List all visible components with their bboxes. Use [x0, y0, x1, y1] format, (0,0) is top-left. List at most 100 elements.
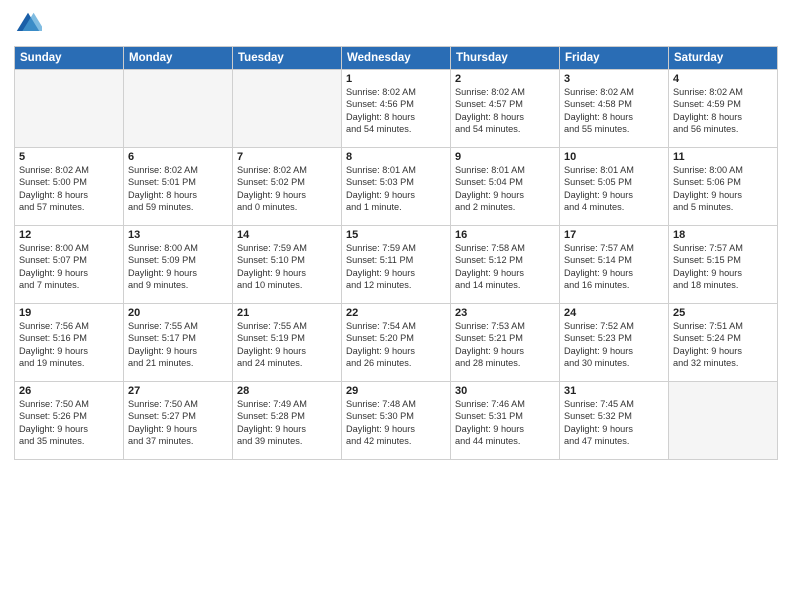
- day-info: Sunrise: 8:02 AM Sunset: 4:57 PM Dayligh…: [455, 86, 555, 136]
- calendar-cell: 13Sunrise: 8:00 AM Sunset: 5:09 PM Dayli…: [124, 226, 233, 304]
- day-info: Sunrise: 7:50 AM Sunset: 5:27 PM Dayligh…: [128, 398, 228, 448]
- day-info: Sunrise: 7:51 AM Sunset: 5:24 PM Dayligh…: [673, 320, 773, 370]
- day-info: Sunrise: 7:57 AM Sunset: 5:14 PM Dayligh…: [564, 242, 664, 292]
- logo: [14, 10, 46, 38]
- calendar-cell: [15, 70, 124, 148]
- day-info: Sunrise: 7:52 AM Sunset: 5:23 PM Dayligh…: [564, 320, 664, 370]
- day-number: 29: [346, 385, 446, 397]
- calendar-week-row: 19Sunrise: 7:56 AM Sunset: 5:16 PM Dayli…: [15, 304, 778, 382]
- day-info: Sunrise: 7:46 AM Sunset: 5:31 PM Dayligh…: [455, 398, 555, 448]
- calendar-cell: [124, 70, 233, 148]
- calendar-cell: 27Sunrise: 7:50 AM Sunset: 5:27 PM Dayli…: [124, 382, 233, 460]
- day-number: 22: [346, 307, 446, 319]
- day-number: 26: [19, 385, 119, 397]
- day-number: 12: [19, 229, 119, 241]
- day-info: Sunrise: 8:01 AM Sunset: 5:05 PM Dayligh…: [564, 164, 664, 214]
- day-info: Sunrise: 7:50 AM Sunset: 5:26 PM Dayligh…: [19, 398, 119, 448]
- calendar-cell: 10Sunrise: 8:01 AM Sunset: 5:05 PM Dayli…: [560, 148, 669, 226]
- calendar-week-row: 5Sunrise: 8:02 AM Sunset: 5:00 PM Daylig…: [15, 148, 778, 226]
- day-number: 28: [237, 385, 337, 397]
- calendar-header-sunday: Sunday: [15, 47, 124, 70]
- header: [14, 10, 778, 38]
- calendar-cell: 19Sunrise: 7:56 AM Sunset: 5:16 PM Dayli…: [15, 304, 124, 382]
- calendar-cell: 20Sunrise: 7:55 AM Sunset: 5:17 PM Dayli…: [124, 304, 233, 382]
- day-number: 17: [564, 229, 664, 241]
- day-info: Sunrise: 7:45 AM Sunset: 5:32 PM Dayligh…: [564, 398, 664, 448]
- day-number: 1: [346, 73, 446, 85]
- day-number: 18: [673, 229, 773, 241]
- calendar-cell: 30Sunrise: 7:46 AM Sunset: 5:31 PM Dayli…: [451, 382, 560, 460]
- calendar-header-thursday: Thursday: [451, 47, 560, 70]
- day-number: 5: [19, 151, 119, 163]
- day-info: Sunrise: 7:59 AM Sunset: 5:11 PM Dayligh…: [346, 242, 446, 292]
- day-info: Sunrise: 7:49 AM Sunset: 5:28 PM Dayligh…: [237, 398, 337, 448]
- calendar-week-row: 12Sunrise: 8:00 AM Sunset: 5:07 PM Dayli…: [15, 226, 778, 304]
- calendar-cell: 25Sunrise: 7:51 AM Sunset: 5:24 PM Dayli…: [669, 304, 778, 382]
- day-info: Sunrise: 8:01 AM Sunset: 5:04 PM Dayligh…: [455, 164, 555, 214]
- day-number: 23: [455, 307, 555, 319]
- day-number: 3: [564, 73, 664, 85]
- calendar-week-row: 1Sunrise: 8:02 AM Sunset: 4:56 PM Daylig…: [15, 70, 778, 148]
- calendar-cell: 17Sunrise: 7:57 AM Sunset: 5:14 PM Dayli…: [560, 226, 669, 304]
- day-info: Sunrise: 7:54 AM Sunset: 5:20 PM Dayligh…: [346, 320, 446, 370]
- day-number: 21: [237, 307, 337, 319]
- calendar-cell: [669, 382, 778, 460]
- day-info: Sunrise: 7:59 AM Sunset: 5:10 PM Dayligh…: [237, 242, 337, 292]
- calendar-cell: 31Sunrise: 7:45 AM Sunset: 5:32 PM Dayli…: [560, 382, 669, 460]
- day-info: Sunrise: 8:02 AM Sunset: 5:00 PM Dayligh…: [19, 164, 119, 214]
- calendar-cell: 1Sunrise: 8:02 AM Sunset: 4:56 PM Daylig…: [342, 70, 451, 148]
- day-number: 7: [237, 151, 337, 163]
- calendar-cell: 9Sunrise: 8:01 AM Sunset: 5:04 PM Daylig…: [451, 148, 560, 226]
- calendar-header-saturday: Saturday: [669, 47, 778, 70]
- day-number: 8: [346, 151, 446, 163]
- calendar-cell: 8Sunrise: 8:01 AM Sunset: 5:03 PM Daylig…: [342, 148, 451, 226]
- day-number: 13: [128, 229, 228, 241]
- calendar-header-friday: Friday: [560, 47, 669, 70]
- day-number: 4: [673, 73, 773, 85]
- calendar-cell: 28Sunrise: 7:49 AM Sunset: 5:28 PM Dayli…: [233, 382, 342, 460]
- page: SundayMondayTuesdayWednesdayThursdayFrid…: [0, 0, 792, 612]
- calendar-cell: 5Sunrise: 8:02 AM Sunset: 5:00 PM Daylig…: [15, 148, 124, 226]
- day-number: 25: [673, 307, 773, 319]
- calendar-cell: 23Sunrise: 7:53 AM Sunset: 5:21 PM Dayli…: [451, 304, 560, 382]
- day-number: 9: [455, 151, 555, 163]
- day-number: 6: [128, 151, 228, 163]
- day-info: Sunrise: 7:56 AM Sunset: 5:16 PM Dayligh…: [19, 320, 119, 370]
- calendar-header-tuesday: Tuesday: [233, 47, 342, 70]
- calendar-cell: 26Sunrise: 7:50 AM Sunset: 5:26 PM Dayli…: [15, 382, 124, 460]
- calendar-cell: 16Sunrise: 7:58 AM Sunset: 5:12 PM Dayli…: [451, 226, 560, 304]
- day-number: 16: [455, 229, 555, 241]
- day-info: Sunrise: 7:57 AM Sunset: 5:15 PM Dayligh…: [673, 242, 773, 292]
- day-number: 15: [346, 229, 446, 241]
- day-info: Sunrise: 7:58 AM Sunset: 5:12 PM Dayligh…: [455, 242, 555, 292]
- day-number: 19: [19, 307, 119, 319]
- day-info: Sunrise: 8:01 AM Sunset: 5:03 PM Dayligh…: [346, 164, 446, 214]
- day-info: Sunrise: 8:02 AM Sunset: 4:59 PM Dayligh…: [673, 86, 773, 136]
- calendar-cell: 4Sunrise: 8:02 AM Sunset: 4:59 PM Daylig…: [669, 70, 778, 148]
- day-number: 27: [128, 385, 228, 397]
- day-info: Sunrise: 8:02 AM Sunset: 4:56 PM Dayligh…: [346, 86, 446, 136]
- day-number: 11: [673, 151, 773, 163]
- day-number: 2: [455, 73, 555, 85]
- calendar-cell: 18Sunrise: 7:57 AM Sunset: 5:15 PM Dayli…: [669, 226, 778, 304]
- calendar-cell: 11Sunrise: 8:00 AM Sunset: 5:06 PM Dayli…: [669, 148, 778, 226]
- calendar-cell: 14Sunrise: 7:59 AM Sunset: 5:10 PM Dayli…: [233, 226, 342, 304]
- calendar-cell: 3Sunrise: 8:02 AM Sunset: 4:58 PM Daylig…: [560, 70, 669, 148]
- calendar-header-wednesday: Wednesday: [342, 47, 451, 70]
- calendar-cell: 21Sunrise: 7:55 AM Sunset: 5:19 PM Dayli…: [233, 304, 342, 382]
- day-info: Sunrise: 8:02 AM Sunset: 5:02 PM Dayligh…: [237, 164, 337, 214]
- day-info: Sunrise: 8:02 AM Sunset: 5:01 PM Dayligh…: [128, 164, 228, 214]
- day-number: 14: [237, 229, 337, 241]
- day-number: 31: [564, 385, 664, 397]
- day-number: 24: [564, 307, 664, 319]
- calendar-cell: 2Sunrise: 8:02 AM Sunset: 4:57 PM Daylig…: [451, 70, 560, 148]
- calendar-cell: 24Sunrise: 7:52 AM Sunset: 5:23 PM Dayli…: [560, 304, 669, 382]
- calendar-cell: [233, 70, 342, 148]
- calendar-cell: 22Sunrise: 7:54 AM Sunset: 5:20 PM Dayli…: [342, 304, 451, 382]
- calendar-cell: 29Sunrise: 7:48 AM Sunset: 5:30 PM Dayli…: [342, 382, 451, 460]
- day-number: 20: [128, 307, 228, 319]
- day-info: Sunrise: 8:02 AM Sunset: 4:58 PM Dayligh…: [564, 86, 664, 136]
- calendar-cell: 6Sunrise: 8:02 AM Sunset: 5:01 PM Daylig…: [124, 148, 233, 226]
- day-info: Sunrise: 7:55 AM Sunset: 5:17 PM Dayligh…: [128, 320, 228, 370]
- calendar-header-row: SundayMondayTuesdayWednesdayThursdayFrid…: [15, 47, 778, 70]
